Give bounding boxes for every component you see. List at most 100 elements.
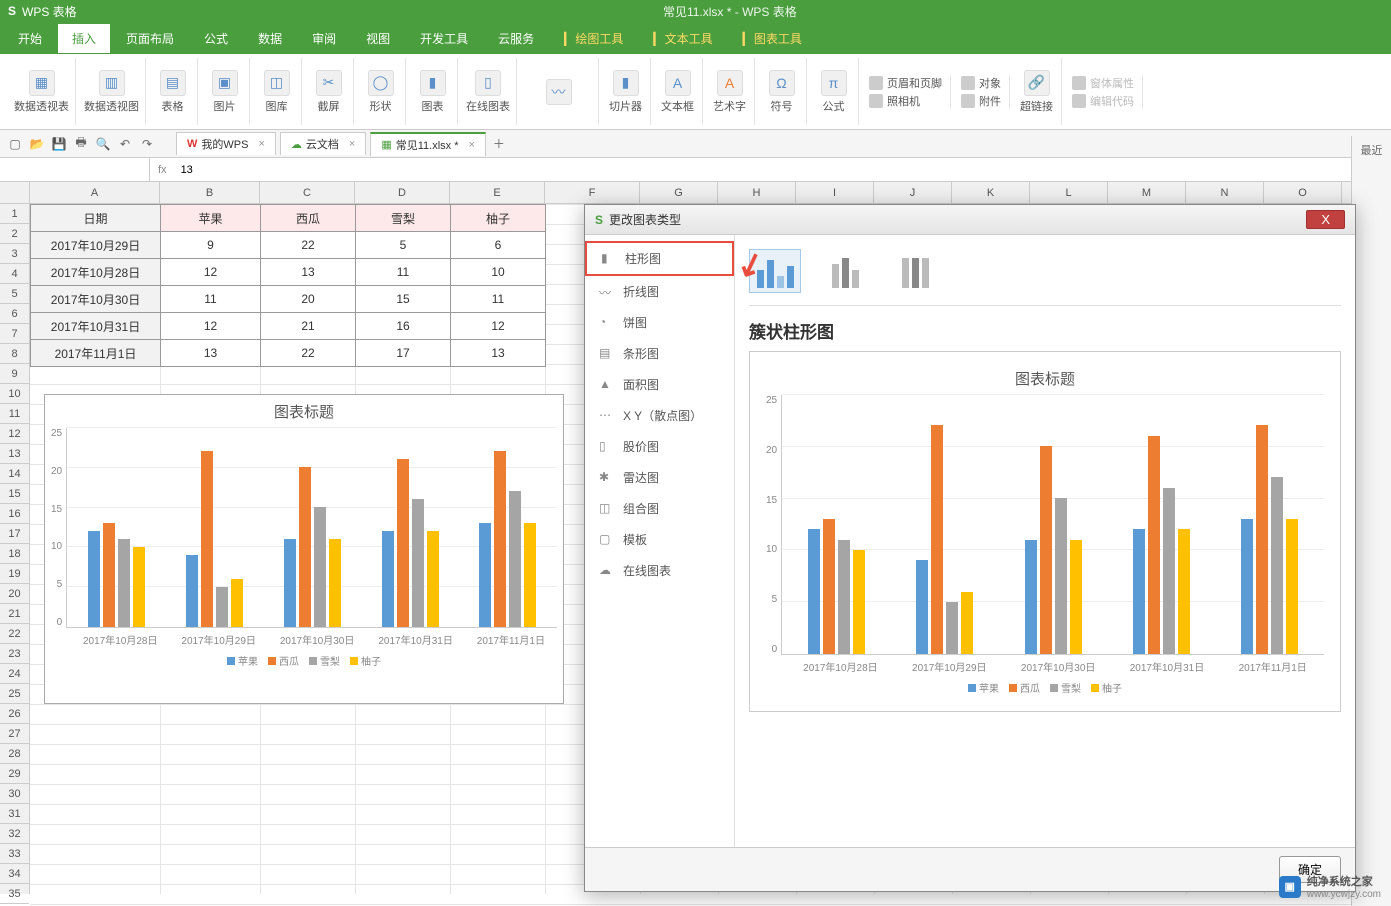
col-header[interactable]: M <box>1108 182 1186 203</box>
wordart-button[interactable]: A艺术字 <box>705 58 755 125</box>
sparkline-group[interactable]: 〰 <box>519 58 599 125</box>
add-tab-icon[interactable]: ＋ <box>490 135 508 153</box>
table-cell[interactable]: 2017年10月31日 <box>31 313 161 340</box>
chart-type-item[interactable]: ▯股价图 <box>585 431 734 462</box>
table-cell[interactable]: 13 <box>261 259 356 286</box>
row-header[interactable]: 33 <box>0 844 29 864</box>
table-cell[interactable]: 12 <box>161 259 261 286</box>
row-header[interactable]: 19 <box>0 564 29 584</box>
close-icon[interactable]: × <box>349 138 355 150</box>
table-cell[interactable]: 22 <box>261 232 356 259</box>
col-header[interactable]: H <box>718 182 796 203</box>
redo-icon[interactable]: ↷ <box>138 135 156 153</box>
table-cell[interactable]: 22 <box>261 340 356 367</box>
online-chart-button[interactable]: ▯在线图表 <box>460 58 517 125</box>
row-header[interactable]: 1 <box>0 204 29 224</box>
attach-button[interactable]: 附件 <box>961 93 1001 109</box>
col-header[interactable]: A <box>30 182 160 203</box>
table-cell[interactable]: 2017年10月30日 <box>31 286 161 313</box>
row-header[interactable]: 7 <box>0 324 29 344</box>
fx-icon[interactable]: fx <box>150 164 175 176</box>
table-header[interactable]: 苹果 <box>161 205 261 232</box>
row-header[interactable]: 22 <box>0 624 29 644</box>
table-cell[interactable]: 13 <box>451 340 546 367</box>
name-box[interactable] <box>0 158 150 181</box>
menu-图表工具[interactable]: 图表工具 <box>729 24 816 53</box>
row-header[interactable]: 35 <box>0 884 29 904</box>
menu-视图[interactable]: 视图 <box>352 24 404 53</box>
col-header[interactable]: E <box>450 182 545 203</box>
pivot-table-button[interactable]: ▦数据透视表 <box>8 58 76 125</box>
textbox-button[interactable]: A文本框 <box>653 58 703 125</box>
chart-type-item[interactable]: 〰折线图 <box>585 276 734 307</box>
row-header[interactable]: 11 <box>0 404 29 424</box>
table-cell[interactable]: 20 <box>261 286 356 313</box>
pivot-chart-button[interactable]: ▥数据透视图 <box>78 58 146 125</box>
row-header[interactable]: 20 <box>0 584 29 604</box>
menu-插入[interactable]: 插入 <box>58 24 110 53</box>
row-header[interactable]: 31 <box>0 804 29 824</box>
table-cell[interactable]: 9 <box>161 232 261 259</box>
undo-icon[interactable]: ↶ <box>116 135 134 153</box>
header-footer-button[interactable]: 页眉和页脚 <box>869 75 942 91</box>
table-cell[interactable]: 12 <box>451 313 546 340</box>
subtype-stacked[interactable] <box>819 249 871 293</box>
table-cell[interactable]: 15 <box>356 286 451 313</box>
table-cell[interactable]: 2017年10月29日 <box>31 232 161 259</box>
row-header[interactable]: 2 <box>0 224 29 244</box>
table-cell[interactable]: 10 <box>451 259 546 286</box>
table-cell[interactable]: 21 <box>261 313 356 340</box>
row-header[interactable]: 25 <box>0 684 29 704</box>
col-header[interactable]: L <box>1030 182 1108 203</box>
col-header[interactable]: D <box>355 182 450 203</box>
embedded-chart[interactable]: 图表标题25201510502017年10月28日2017年10月29日2017… <box>44 394 564 704</box>
row-header[interactable]: 8 <box>0 344 29 364</box>
table-cell[interactable]: 12 <box>161 313 261 340</box>
picture-button[interactable]: ▣图片 <box>200 58 250 125</box>
new-icon[interactable]: ▢ <box>6 135 24 153</box>
shape-button[interactable]: ◯形状 <box>356 58 406 125</box>
table-cell[interactable]: 6 <box>451 232 546 259</box>
row-header[interactable]: 10 <box>0 384 29 404</box>
chart-type-item[interactable]: ☁在线图表 <box>585 555 734 586</box>
row-header[interactable]: 3 <box>0 244 29 264</box>
table-cell[interactable]: 2017年10月28日 <box>31 259 161 286</box>
row-header[interactable]: 18 <box>0 544 29 564</box>
row-header[interactable]: 32 <box>0 824 29 844</box>
menu-页面布局[interactable]: 页面布局 <box>112 24 188 53</box>
table-cell[interactable]: 2017年11月1日 <box>31 340 161 367</box>
slicer-button[interactable]: ▮切片器 <box>601 58 651 125</box>
screenshot-button[interactable]: ✂截屏 <box>304 58 354 125</box>
row-header[interactable]: 24 <box>0 664 29 684</box>
col-header[interactable]: I <box>796 182 874 203</box>
chart-type-item[interactable]: ▤条形图 <box>585 338 734 369</box>
table-cell[interactable]: 16 <box>356 313 451 340</box>
col-header[interactable]: K <box>952 182 1030 203</box>
menu-文本工具[interactable]: 文本工具 <box>639 24 726 53</box>
chart-type-item[interactable]: ⋯X Y（散点图） <box>585 400 734 431</box>
table-header[interactable]: 雪梨 <box>356 205 451 232</box>
col-header[interactable]: J <box>874 182 952 203</box>
row-header[interactable]: 30 <box>0 784 29 804</box>
table-cell[interactable]: 5 <box>356 232 451 259</box>
table-cell[interactable]: 11 <box>161 286 261 313</box>
col-header[interactable]: C <box>260 182 355 203</box>
menu-开始[interactable]: 开始 <box>4 24 56 53</box>
table-header[interactable]: 西瓜 <box>261 205 356 232</box>
table-button[interactable]: ▤表格 <box>148 58 198 125</box>
row-header[interactable]: 14 <box>0 464 29 484</box>
col-header[interactable]: N <box>1186 182 1264 203</box>
symbol-button[interactable]: Ω符号 <box>757 58 807 125</box>
chart-type-item[interactable]: ▮柱形图 <box>585 241 734 276</box>
recent-label[interactable]: 最近 <box>1356 142 1387 158</box>
col-header[interactable]: F <box>545 182 640 203</box>
row-header[interactable]: 28 <box>0 744 29 764</box>
column-headers[interactable]: ABCDEFGHIJKLMNO <box>30 182 1391 204</box>
row-header[interactable]: 26 <box>0 704 29 724</box>
menu-公式[interactable]: 公式 <box>190 24 242 53</box>
row-header[interactable]: 9 <box>0 364 29 384</box>
menu-绘图工具[interactable]: 绘图工具 <box>550 24 637 53</box>
print-icon[interactable]: 🖶 <box>72 135 90 153</box>
menu-数据[interactable]: 数据 <box>244 24 296 53</box>
col-header[interactable]: G <box>640 182 718 203</box>
